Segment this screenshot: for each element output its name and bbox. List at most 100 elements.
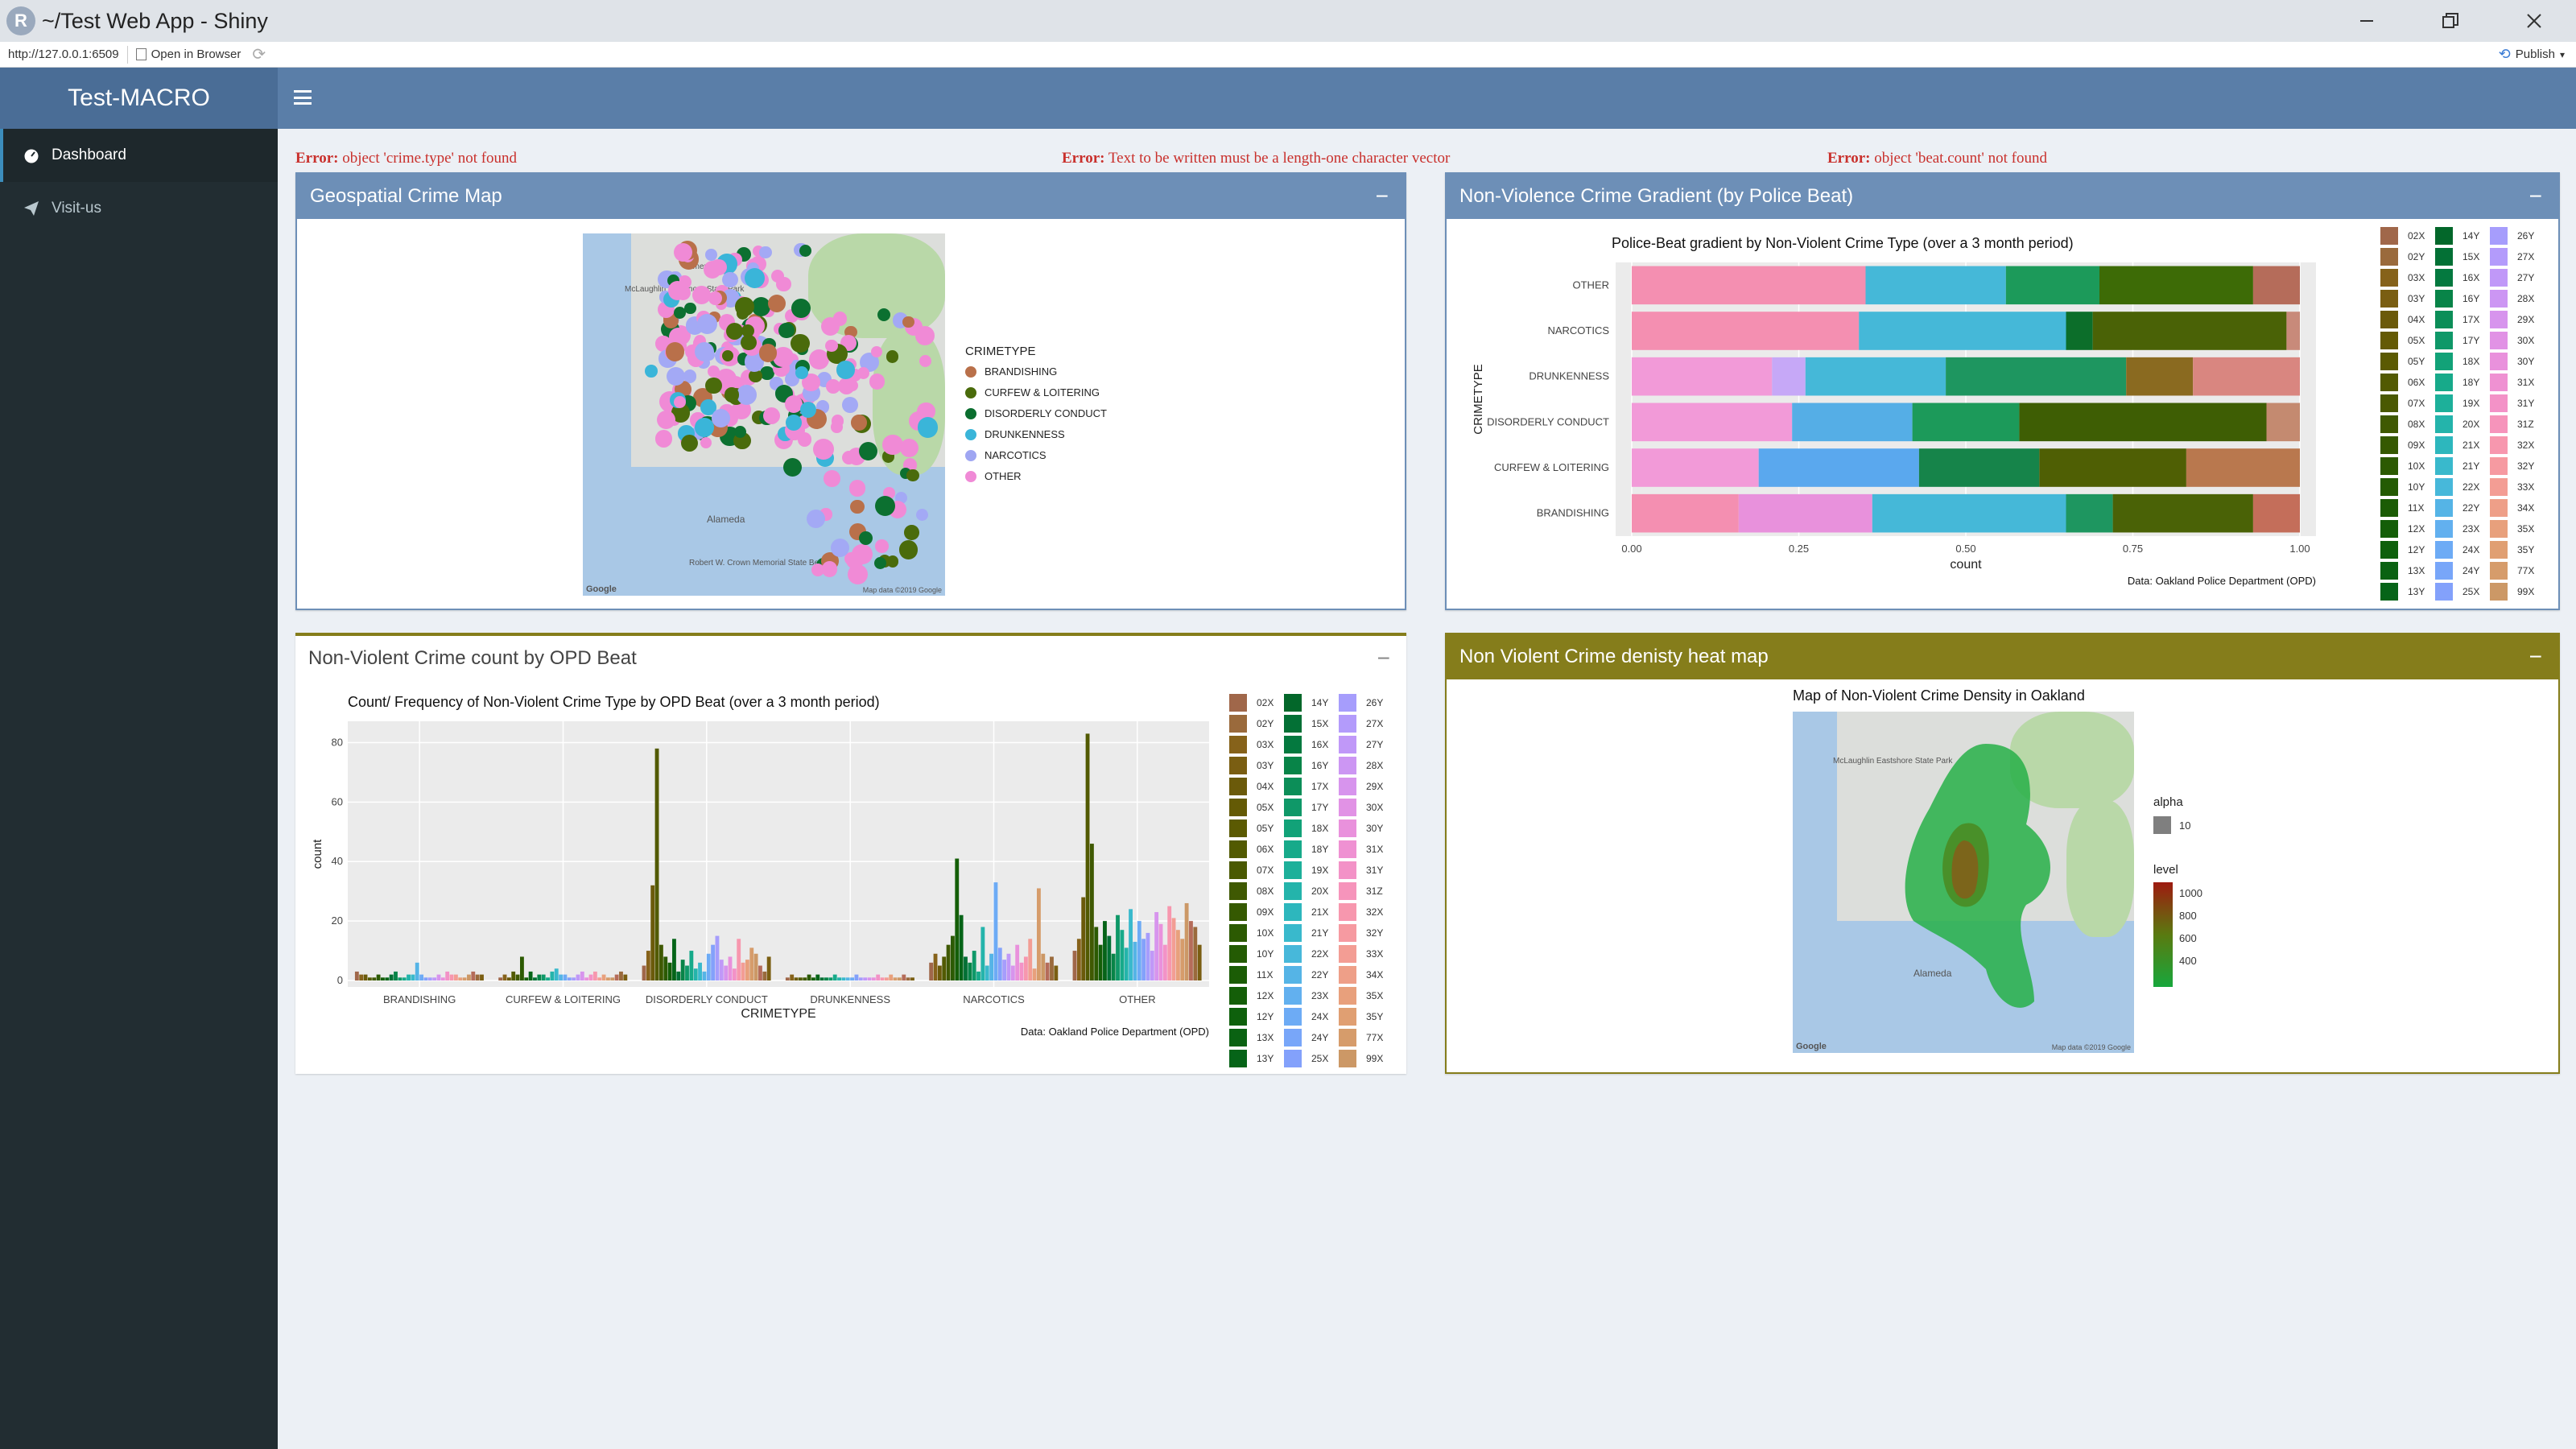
count-bar	[790, 974, 795, 980]
count-bar	[411, 974, 415, 980]
legend-swatch	[965, 386, 976, 398]
box-title: Non-Violence Crime Gradient (by Police B…	[1459, 185, 1854, 207]
beat-legend-item: 27Y	[2490, 267, 2534, 288]
beat-legend-label: 07X	[1257, 865, 1274, 876]
beat-legend-item: 10Y	[2380, 477, 2425, 497]
beat-legend-swatch	[2380, 227, 2398, 245]
minimize-icon[interactable]	[2325, 0, 2409, 42]
beat-legend-label: 20X	[1311, 886, 1329, 897]
beat-legend-swatch	[1284, 819, 1302, 837]
beat-legend-swatch	[2435, 520, 2453, 538]
beat-legend-label: 22Y	[1311, 969, 1329, 980]
collapse-button[interactable]: −	[2529, 644, 2542, 670]
crime-point	[791, 298, 811, 319]
count-bar	[803, 977, 807, 980]
beat-legend-label: 77X	[1366, 1032, 1384, 1043]
beat-legend-swatch	[2435, 415, 2453, 433]
count-bar	[762, 971, 767, 980]
open-in-browser-button[interactable]: Open in Browser	[135, 47, 241, 61]
beat-legend-label: 18X	[2462, 356, 2480, 367]
beat-legend-label: 27Y	[1366, 739, 1384, 750]
beat-legend-swatch	[2380, 269, 2398, 287]
count-bar	[1197, 944, 1202, 980]
sidebar-toggle-icon[interactable]	[294, 89, 312, 106]
beat-legend-item: 12X	[1229, 985, 1274, 1006]
bar-segment	[1632, 266, 1866, 305]
chart-caption: Data: Oakland Police Department (OPD)	[1021, 1026, 1209, 1038]
beat-legend-label: 30X	[2517, 335, 2535, 346]
beat-legend-label: 22X	[1311, 948, 1329, 960]
beat-legend-swatch	[2490, 541, 2508, 559]
sidebar-item-visit-us[interactable]: Visit-us	[0, 182, 278, 235]
beat-legend-label: 31X	[1366, 844, 1384, 855]
beat-legend-label: 29X	[2517, 314, 2535, 325]
beat-legend-swatch	[1339, 1050, 1356, 1067]
restore-icon[interactable]	[2409, 0, 2492, 42]
close-icon[interactable]	[2492, 0, 2576, 42]
beat-legend-swatch	[2435, 394, 2453, 412]
crime-point	[645, 365, 658, 378]
count-bar	[467, 974, 471, 980]
beat-legend-item: 05Y	[1229, 818, 1274, 839]
count-bar	[402, 977, 407, 980]
collapse-button[interactable]: −	[1377, 646, 1390, 671]
count-bar	[749, 947, 754, 980]
crime-point	[904, 525, 919, 541]
bar-segment	[1805, 357, 1946, 396]
crime-point	[836, 361, 855, 379]
sidebar-item-dashboard[interactable]: Dashboard	[0, 129, 278, 182]
crime-point	[886, 350, 899, 363]
app-logo[interactable]: Test-MACRO	[0, 68, 278, 129]
count-bar	[906, 977, 910, 980]
beat-legend-swatch	[1339, 966, 1356, 984]
beat-legend-item: 13Y	[1229, 1048, 1274, 1069]
beat-legend-item: 30Y	[1339, 818, 1383, 839]
beat-legend-label: 13Y	[2408, 586, 2425, 597]
publish-button[interactable]: ⟲ Publish ▾	[2499, 46, 2565, 63]
beat-legend-item: 35Y	[1339, 1006, 1383, 1027]
count-bar	[623, 974, 628, 980]
crime-point	[741, 334, 757, 351]
collapse-button[interactable]: −	[1376, 184, 1389, 209]
count-bar	[871, 977, 876, 980]
count-bar	[876, 974, 881, 980]
count-bar	[592, 971, 597, 980]
count-bar	[929, 962, 934, 980]
count-bar	[1015, 944, 1020, 980]
beat-legend-item: 31X	[1339, 839, 1383, 860]
beat-legend-label: 30Y	[2517, 356, 2535, 367]
count-bar	[980, 927, 985, 980]
crime-point	[776, 276, 791, 291]
bar-segment	[1632, 402, 1793, 442]
alpha-legend-title: alpha	[2153, 795, 2183, 809]
beat-legend-label: 03X	[1257, 739, 1274, 750]
count-bar	[706, 953, 711, 980]
beat-legend-item: 22X	[2435, 477, 2479, 497]
count-bar	[728, 956, 733, 980]
beat-legend-swatch	[2380, 457, 2398, 475]
collapse-button[interactable]: −	[2529, 184, 2542, 209]
count-bar	[432, 977, 437, 980]
crime-point	[831, 539, 849, 557]
beat-legend-label: 05X	[1257, 802, 1274, 813]
count-bar	[680, 960, 685, 980]
beat-legend-label: 21Y	[1311, 927, 1329, 939]
beat-legend-swatch	[2380, 436, 2398, 454]
count-bar	[1124, 947, 1129, 980]
refresh-icon[interactable]: ⟳	[252, 44, 266, 64]
bar-segment	[1632, 357, 1773, 396]
count-chart: Count/ Frequency of Non-Violent Crime Ty…	[311, 694, 1209, 1038]
count-bar	[850, 977, 855, 980]
box-header: Non-Violence Crime Gradient (by Police B…	[1447, 174, 2558, 219]
beat-legend-swatch	[1229, 757, 1247, 774]
beat-legend-swatch	[2380, 415, 2398, 433]
beat-legend-swatch	[2490, 290, 2508, 308]
y-axis-label: count	[311, 839, 324, 869]
x-axis-label: count	[1950, 558, 1982, 572]
beat-legend-item: 24X	[2435, 539, 2479, 560]
count-bar	[528, 971, 533, 980]
count-bar	[841, 977, 846, 980]
beat-legend-column: 14Y 15X 16X 16Y 17X 17Y 18X 18Y 19X 20X 21X 21Y 22X 2…	[2435, 225, 2479, 602]
chevron-down-icon: ▾	[2559, 48, 2565, 60]
beat-legend-swatch	[1229, 1029, 1247, 1046]
